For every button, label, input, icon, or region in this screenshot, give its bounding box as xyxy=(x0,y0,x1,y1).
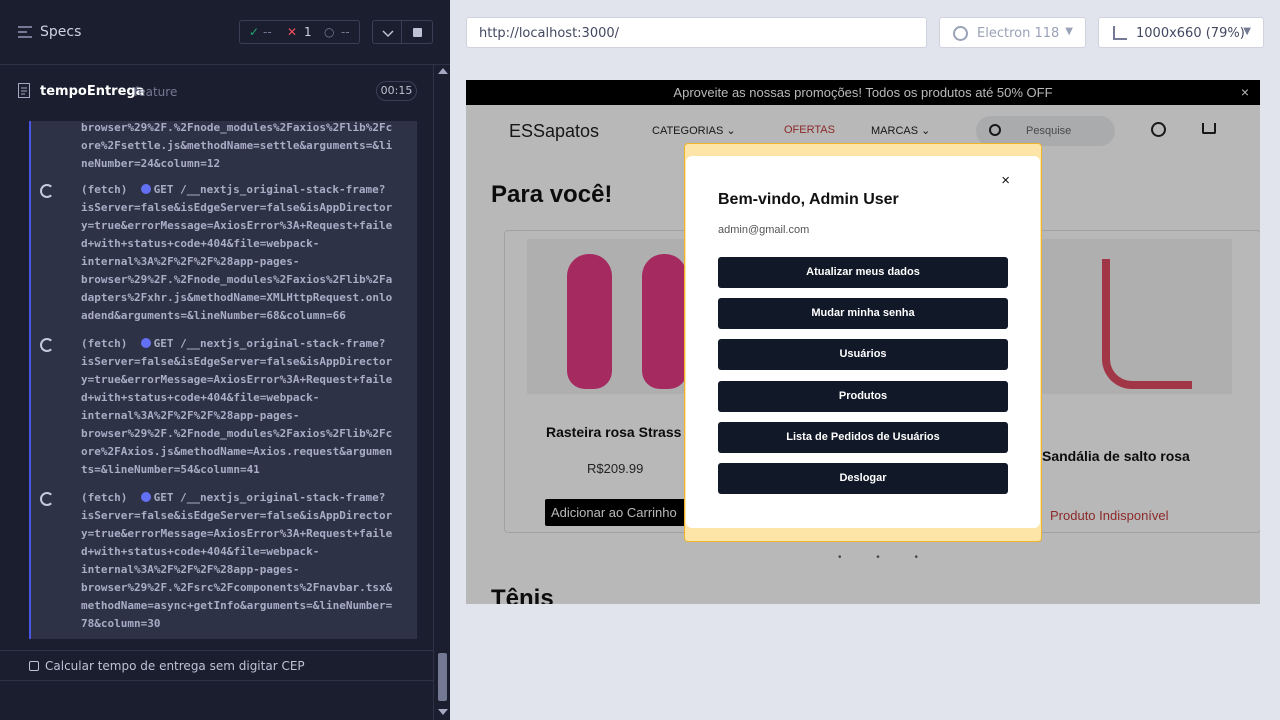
users-button[interactable]: Usuários xyxy=(718,339,1008,370)
specs-icon[interactable] xyxy=(18,26,32,38)
preview-panel: http://localhost:3000/ Electron 118 ▼ 10… xyxy=(450,0,1280,720)
products-button[interactable]: Produtos xyxy=(718,381,1008,412)
log-entry-prefix: (fetch) xyxy=(81,491,128,504)
chevron-down-icon: ▼ xyxy=(1243,26,1251,37)
log-entry-url: /__nextjs_original-stack-frame? isServer… xyxy=(81,183,393,322)
request-dot-icon xyxy=(140,338,151,348)
user-menu-modal: × Bem-vindo, Admin User admin@gmail.com … xyxy=(686,156,1040,528)
specs-label[interactable]: Specs xyxy=(40,24,81,40)
spec-duration: 00:15 xyxy=(376,81,417,101)
check-icon: ✓ xyxy=(249,25,260,39)
log-entry-prefix: (fetch) xyxy=(81,183,128,196)
command-log: browser%29%2F.%2Fnode_modules%2Faxios%2F… xyxy=(29,121,417,639)
viewport-selector[interactable]: 1000x660 (79%) ▼ xyxy=(1098,17,1264,48)
log-entry-text: browser%29%2F.%2Fnode_modules%2Faxios%2F… xyxy=(81,121,393,170)
browser-selector[interactable]: Electron 118 ▼ xyxy=(939,17,1086,48)
test-status-icon xyxy=(29,661,39,671)
viewport-label: 1000x660 (79%) xyxy=(1136,26,1245,41)
spec-file-row[interactable]: tempoEntrega feature 00:15 xyxy=(0,78,433,106)
update-data-button[interactable]: Atualizar meus dados xyxy=(718,257,1008,288)
request-dot-icon xyxy=(140,184,151,194)
runner-panel: Specs ✓ -- ✕ 1 ○ -- tempoEntrega feature… xyxy=(0,0,450,720)
stop-button[interactable] xyxy=(402,20,433,44)
chevron-down-icon xyxy=(382,30,394,38)
electron-icon xyxy=(953,26,968,41)
change-password-button[interactable]: Mudar minha senha xyxy=(718,298,1008,329)
viewport-icon xyxy=(1113,26,1127,40)
passed-count: -- xyxy=(263,25,272,39)
divider xyxy=(0,680,433,681)
spinner-icon xyxy=(40,338,54,352)
chevron-down-icon: ▼ xyxy=(1065,26,1073,37)
log-entry-text: (fetch) GET /__nextjs_original-stack-fra… xyxy=(81,489,415,633)
viewport-zoom: (79%) xyxy=(1205,26,1245,41)
close-icon[interactable]: × xyxy=(1001,172,1010,189)
pending-count: -- xyxy=(341,25,350,39)
app-frame: Aproveite as nossas promoções! Todos os … xyxy=(466,80,1260,604)
stop-icon xyxy=(413,28,422,37)
url-bar[interactable]: http://localhost:3000/ xyxy=(466,17,927,48)
browser-label: Electron 118 xyxy=(977,26,1060,41)
x-icon: ✕ xyxy=(287,25,298,39)
failed-count: 1 xyxy=(304,25,312,39)
run-options-button[interactable] xyxy=(372,20,402,44)
log-scrollbar[interactable] xyxy=(433,65,450,720)
test-stats: ✓ -- ✕ 1 ○ -- xyxy=(239,20,360,44)
log-entry-url: /__nextjs_original-stack-frame? isServer… xyxy=(81,337,393,476)
file-icon xyxy=(18,83,30,98)
test-title: Calcular tempo de entrega sem digitar CE… xyxy=(45,659,305,673)
scroll-up-icon[interactable] xyxy=(438,68,448,74)
user-email: admin@gmail.com xyxy=(718,224,810,236)
runner-header: Specs ✓ -- ✕ 1 ○ -- xyxy=(0,0,450,65)
spec-file-name: tempoEntrega xyxy=(40,84,145,99)
spec-file-type: feature xyxy=(134,85,178,99)
request-dot-icon xyxy=(140,492,151,502)
viewport-size: 1000x660 xyxy=(1136,26,1202,41)
pending-icon: ○ xyxy=(324,25,335,39)
scroll-thumb[interactable] xyxy=(438,653,447,701)
scroll-down-icon[interactable] xyxy=(438,709,448,715)
log-entry-url: /__nextjs_original-stack-frame? isServer… xyxy=(81,491,393,630)
log-entry-text: (fetch) GET /__nextjs_original-stack-fra… xyxy=(81,335,415,479)
spinner-icon xyxy=(40,184,54,198)
modal-title: Bem-vindo, Admin User xyxy=(718,191,899,208)
log-entry-method: GET xyxy=(153,337,174,350)
spinner-icon xyxy=(40,492,54,506)
log-entry-text: (fetch) GET /__nextjs_original-stack-fra… xyxy=(81,181,415,325)
test-title-row[interactable]: Calcular tempo de entrega sem digitar CE… xyxy=(0,650,433,680)
log-entry-method: GET xyxy=(153,183,174,196)
url-text: http://localhost:3000/ xyxy=(479,26,620,41)
logout-button[interactable]: Deslogar xyxy=(718,463,1008,494)
orders-list-button[interactable]: Lista de Pedidos de Usuários xyxy=(718,422,1008,453)
log-entry-method: GET xyxy=(153,491,174,504)
log-entry-prefix: (fetch) xyxy=(81,337,128,350)
